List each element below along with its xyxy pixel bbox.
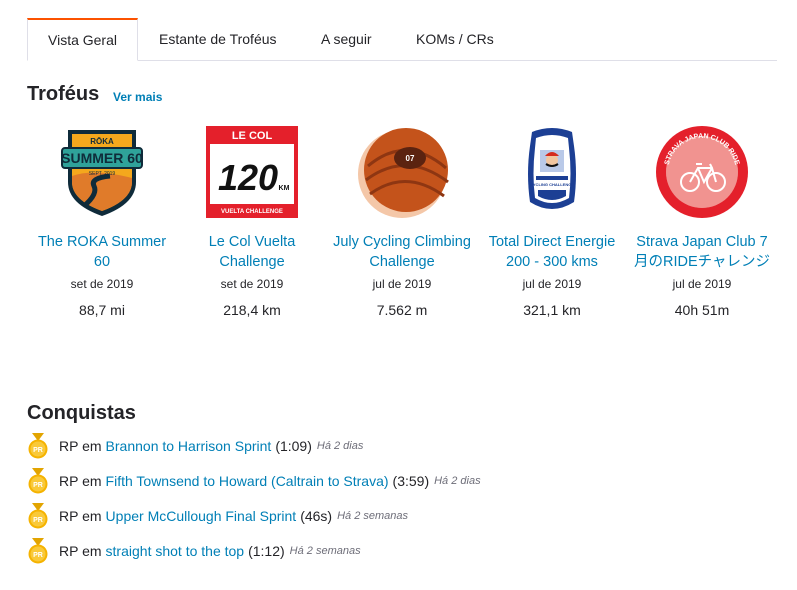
pr-medal-icon: PR [28,433,48,459]
trophy-name[interactable]: July Cycling Climbing Challenge [332,232,472,272]
svg-text:120: 120 [218,157,278,198]
trophy-value: 40h 51m [674,302,730,318]
trophy-card: 07 July Cycling Climbing Challenge jul d… [332,124,472,319]
pr-medal-icon: PR [28,468,48,494]
svg-text:PR: PR [33,552,43,559]
strava-japan-club-badge[interactable]: STRAVA JAPAN CLUB RIDE [654,124,750,220]
pr-medal-icon: PR [28,503,48,529]
trophy-date: jul de 2019 [372,277,432,291]
svg-text:VUELTA CHALLENGE: VUELTA CHALLENGE [221,209,283,215]
trophy-date: set de 2019 [220,277,284,291]
tab-overview[interactable]: Vista Geral [27,18,138,61]
trophy-value: 88,7 mi [79,302,125,318]
trophy-name[interactable]: Le Col Vuelta Challenge [182,232,322,272]
svg-text:PR: PR [33,517,43,524]
achievement-time: (1:12) [248,543,285,559]
achievement-item: PR RP em Fifth Townsend to Howard (Caltr… [27,468,481,494]
achievements-heading: Conquistas [27,402,136,424]
svg-text:SUMMER 60: SUMMER 60 [61,150,143,166]
achievement-item: PR RP em Brannon to Harrison Sprint (1:0… [27,433,364,459]
svg-text:SEPT. 2019: SEPT. 2019 [89,171,116,177]
trophy-value: 7.562 m [376,302,428,318]
achievement-prefix: RP em [59,438,102,454]
trophy-card: STRAVA JAPAN CLUB RIDE Strava Japan Club… [632,124,772,319]
trophy-value: 321,1 km [523,302,581,318]
achievement-item: PR RP em straight shot to the top (1:12)… [27,538,361,564]
achievement-date: Há 2 semanas [337,510,409,522]
trophy-name[interactable]: Total Direct Energie 200 - 300 kms [482,232,622,272]
tab-koms-crs[interactable]: KOMs / CRs [416,18,494,61]
segment-link[interactable]: Upper McCullough Final Sprint [106,508,297,524]
achievement-time: (1:09) [275,438,312,454]
total-direct-energie-badge[interactable]: CYCLING CHALLENGE [504,124,600,220]
see-more-link[interactable]: Ver mais [113,90,162,104]
tab-following[interactable]: A seguir [321,18,372,61]
achievement-item: PR RP em Upper McCullough Final Sprint (… [27,503,409,529]
svg-text:RŌKA: RŌKA [90,137,114,146]
tab-trophy-case[interactable]: Estante de Troféus [159,18,277,61]
trophy-date: set de 2019 [70,277,134,291]
trophies-heading: Troféus [27,83,100,105]
trophy-value: 218,4 km [223,302,281,318]
segment-link[interactable]: Fifth Townsend to Howard (Caltrain to St… [106,473,389,489]
trophy-card: CYCLING CHALLENGE Total Direct Energie 2… [482,124,622,319]
achievement-time: (46s) [300,508,333,524]
achievement-prefix: RP em [59,508,102,524]
segment-link[interactable]: straight shot to the top [106,543,245,559]
trophy-name[interactable]: Strava Japan Club 7月のRIDEチャレンジ [632,232,772,272]
svg-text:CYCLING CHALLENGE: CYCLING CHALLENGE [530,182,574,187]
achievement-prefix: RP em [59,473,102,489]
climbing-challenge-badge[interactable]: 07 [354,124,450,220]
svg-text:PR: PR [33,482,43,489]
segment-link[interactable]: Brannon to Harrison Sprint [106,438,272,454]
trophy-date: jul de 2019 [672,277,732,291]
achievement-date: Há 2 dias [316,440,364,452]
achievement-date: Há 2 dias [434,475,481,487]
svg-text:LE COL: LE COL [232,130,273,142]
achievement-prefix: RP em [59,543,102,559]
svg-text:KM: KM [279,185,290,192]
svg-text:07: 07 [406,154,415,163]
trophy-card: RŌKA SUMMER 60 SEPT. 2019 The ROKA Summe… [32,124,172,319]
pr-medal-icon: PR [28,538,48,564]
trophy-name[interactable]: The ROKA Summer 60 [32,232,172,272]
achievement-time: (3:59) [392,473,430,489]
achievement-date: Há 2 semanas [289,545,361,557]
trophy-card: LE COL 120 KM VUELTA CHALLENGE Le Col Vu… [182,124,322,319]
svg-text:PR: PR [33,447,43,454]
le-col-badge[interactable]: LE COL 120 KM VUELTA CHALLENGE [204,124,300,220]
profile-tabs: Vista Geral Estante de Troféus A seguir … [27,18,777,61]
roka-summer-badge[interactable]: RŌKA SUMMER 60 SEPT. 2019 [54,124,150,220]
trophy-date: jul de 2019 [522,277,582,291]
